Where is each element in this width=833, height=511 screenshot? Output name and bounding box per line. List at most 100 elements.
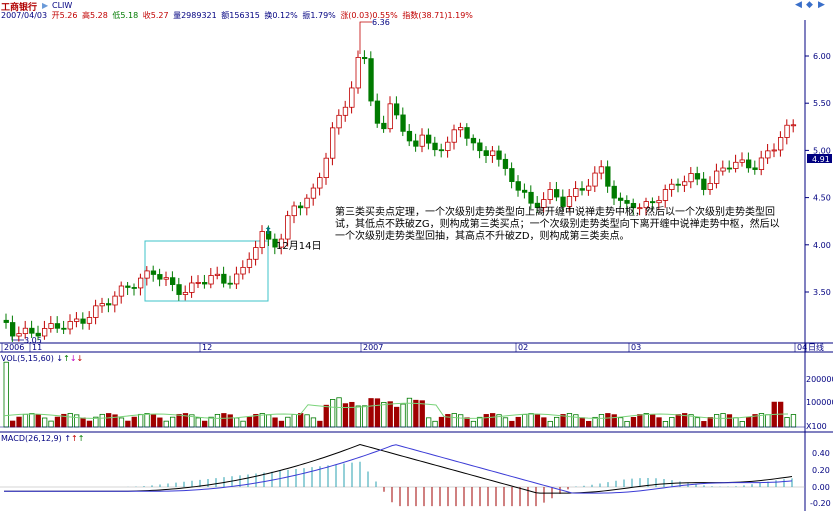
volume-bar [221, 413, 227, 428]
volume-bar [150, 414, 157, 428]
candle-body [714, 170, 720, 184]
volume-bar [195, 417, 201, 428]
candle-body [125, 285, 131, 288]
volume-bar [291, 414, 297, 428]
candle-body [86, 317, 93, 324]
high-price-label: 6.36 [372, 18, 390, 27]
volume-bar [381, 402, 387, 428]
candle-body [150, 270, 157, 275]
candle-body [547, 189, 553, 200]
volume-bar [176, 413, 182, 428]
candle-body [675, 183, 681, 186]
candle-body [48, 323, 54, 329]
candle-body [374, 100, 381, 124]
candle-body [694, 173, 701, 180]
volume-panel-title: VOL(5,15,60) ↓↑↓↓ [1, 354, 84, 363]
date-tick-label: 日线 [808, 342, 824, 352]
candle-body [233, 273, 240, 285]
volume-bar [233, 417, 240, 428]
candle-body [746, 159, 752, 169]
candle-body [137, 277, 144, 289]
volume-bar [522, 414, 528, 428]
candle-body [349, 87, 355, 108]
volume-bar [16, 416, 22, 428]
volume-bar [598, 414, 605, 428]
candle-body [67, 321, 73, 330]
candle-body [406, 130, 413, 142]
volume-bar [387, 401, 393, 428]
volume-bar [169, 416, 176, 428]
candle-body [157, 274, 163, 280]
candle-body [61, 327, 67, 330]
candle-body [93, 305, 99, 318]
price-tick-label: 6.00 [813, 52, 831, 61]
volume-bar [425, 417, 432, 428]
volume-bar [630, 416, 637, 428]
candle-body [208, 275, 214, 285]
candle-body [662, 189, 669, 201]
volume-bar [413, 399, 419, 428]
candle-body [573, 188, 579, 197]
macd-tick-2: 0.00 [812, 483, 830, 492]
volume-bar [675, 414, 681, 428]
candle-body [688, 173, 694, 183]
volume-bar [317, 420, 323, 428]
volume-bar [720, 413, 726, 428]
date-tick-label: 12 [202, 343, 212, 352]
price-tick-label: 3.50 [813, 288, 831, 297]
volume-bar [650, 414, 656, 428]
candle-body [790, 124, 797, 127]
candle-body [291, 205, 297, 217]
volume-bar [201, 420, 208, 428]
candle-body [726, 167, 733, 170]
candle-body [317, 177, 323, 189]
volume-bar [374, 398, 381, 428]
volume-bar [746, 417, 752, 428]
volume-bar [163, 420, 169, 428]
buy-point-arrow-icon: ⬆ [264, 226, 272, 237]
candle-body [752, 167, 758, 170]
macd-dea-line [4, 444, 793, 494]
candle-body [16, 333, 22, 337]
candle-body [438, 149, 445, 152]
candle-body [502, 158, 509, 169]
candle-body [509, 168, 515, 182]
kline-chart[interactable]: 6.005.505.004.504.003.50 4.91 6.36 3.05 … [0, 0, 833, 511]
volume-bar [278, 420, 285, 428]
volume-bar [541, 417, 547, 428]
volume-bar [765, 414, 771, 428]
candle-body [112, 295, 118, 306]
volume-bar [586, 420, 592, 428]
volume-bar [515, 416, 521, 428]
volume-bar [714, 414, 720, 428]
date-annotation: 12月14日 [276, 241, 322, 252]
candle-body [118, 285, 125, 297]
candle-body [707, 183, 713, 190]
volume-bar [554, 416, 560, 428]
candle-body [144, 270, 150, 279]
candle-body [285, 215, 291, 240]
candle-body [304, 197, 310, 209]
candle-body [106, 303, 112, 306]
volume-bar [214, 413, 221, 428]
vol-tick-100000: 100000 [806, 398, 833, 407]
candle-body [368, 58, 374, 102]
volume-bar [701, 421, 707, 428]
candle-body [560, 196, 566, 207]
volume-bar [445, 414, 451, 428]
volume-bar [489, 413, 496, 428]
volume-bar [304, 414, 310, 428]
volume-bar [656, 417, 662, 428]
vol-unit: X100 [806, 422, 827, 431]
vol-tick-200000: 200000 [806, 375, 833, 384]
candle-body [355, 57, 361, 89]
volume-bar [99, 413, 105, 428]
date-tick-label: 03 [631, 343, 641, 352]
volume-bar [406, 397, 413, 428]
candle-body [425, 134, 432, 144]
volume-bar [733, 417, 739, 428]
volume-bar [528, 413, 534, 428]
volume-bar [22, 413, 29, 428]
candle-body [3, 319, 9, 323]
volume-bar [240, 420, 246, 428]
